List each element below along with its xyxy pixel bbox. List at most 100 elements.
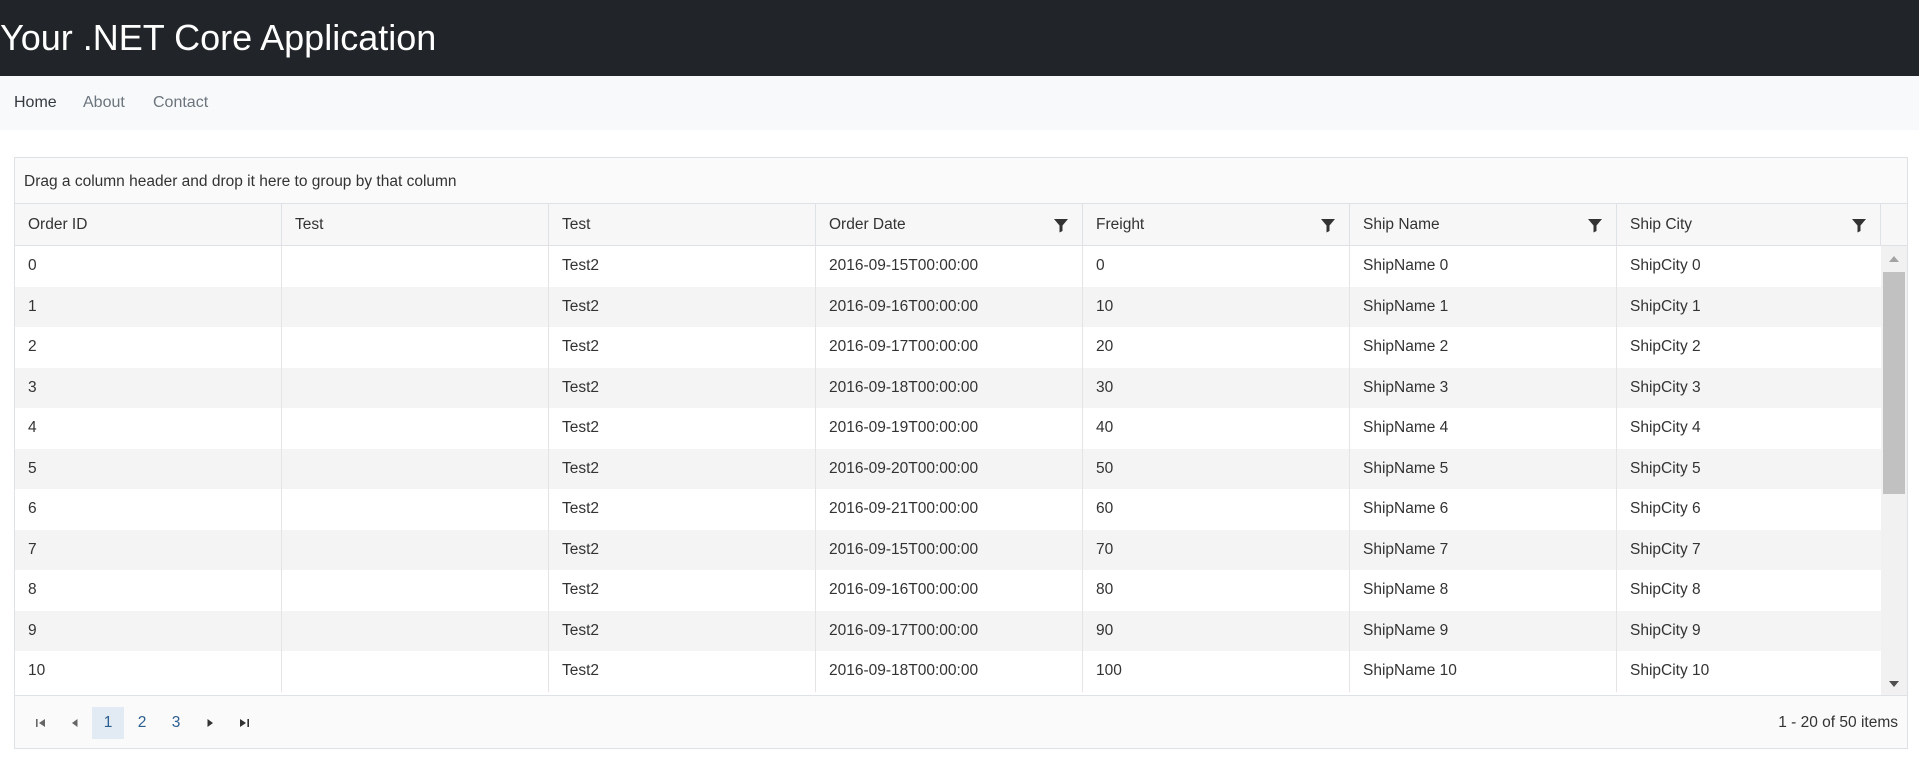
column-header-freight[interactable]: Freight — [1083, 204, 1350, 245]
cell-freight: 50 — [1083, 448, 1350, 489]
orders-grid: Drag a column header and drop it here to… — [14, 157, 1908, 749]
grid-body: 0 Test2 2016-09-15T00:00:00 0 ShipName 0… — [15, 246, 1881, 695]
table-row[interactable]: 3 Test2 2016-09-18T00:00:00 30 ShipName … — [15, 367, 1881, 409]
cell-text: ShipName 3 — [1363, 378, 1449, 396]
table-row[interactable]: 6 Test2 2016-09-21T00:00:00 60 ShipName … — [15, 489, 1881, 530]
table-row[interactable]: 2 Test2 2016-09-17T00:00:00 20 ShipName … — [15, 327, 1881, 368]
cell-ship-name: ShipName 10 — [1350, 651, 1617, 692]
page-button-2[interactable]: 2 — [126, 707, 158, 739]
cell-test-2: Test2 — [549, 367, 816, 408]
filter-icon[interactable] — [1053, 217, 1069, 233]
app-title[interactable]: Your .NET Core Application — [0, 16, 436, 60]
cell-ship-city: ShipCity 3 — [1617, 368, 1881, 409]
table-row[interactable]: 0 Test2 2016-09-15T00:00:00 0 ShipName 0… — [15, 246, 1881, 287]
cell-order-date: 2016-09-15T00:00:00 — [816, 529, 1083, 570]
cell-order-id: 3 — [15, 367, 282, 408]
cell-test-2: Test2 — [549, 246, 816, 287]
page-button-1[interactable]: 1 — [92, 707, 124, 739]
filter-icon[interactable] — [1851, 217, 1867, 233]
cell-text: ShipCity 6 — [1630, 500, 1701, 517]
scrollbar-thumb[interactable] — [1883, 272, 1905, 494]
cell-text: ShipName 5 — [1363, 459, 1449, 477]
cell-test-2: Test2 — [549, 570, 816, 611]
table-row[interactable]: 1 Test2 2016-09-16T00:00:00 10 ShipName … — [15, 286, 1881, 327]
cell-test — [282, 570, 549, 611]
cell-ship-city: ShipCity 0 — [1617, 246, 1881, 287]
cell-freight: 90 — [1083, 610, 1350, 651]
cell-text: 9 — [28, 621, 37, 639]
cell-ship-name: ShipName 5 — [1350, 448, 1617, 489]
nav-link-contact[interactable]: Contact — [153, 93, 208, 113]
column-header-ship-city[interactable]: Ship City — [1617, 204, 1881, 245]
cell-text: ShipName 4 — [1363, 419, 1449, 436]
cell-ship-city: ShipCity 7 — [1617, 530, 1881, 571]
column-header-test[interactable]: Test — [282, 204, 549, 245]
cell-ship-name: ShipName 4 — [1350, 408, 1617, 449]
cell-ship-name: ShipName 3 — [1350, 367, 1617, 408]
cell-test-2: Test2 — [549, 529, 816, 570]
cell-text: ShipCity 2 — [1630, 338, 1701, 355]
table-row[interactable]: 9 Test2 2016-09-17T00:00:00 90 ShipName … — [15, 610, 1881, 651]
cell-test-2: Test2 — [549, 651, 816, 692]
page-button-3[interactable]: 3 — [160, 707, 192, 739]
cell-text: ShipCity 1 — [1630, 297, 1701, 315]
cell-text: 2016-09-18T00:00:00 — [829, 378, 979, 396]
column-header-order-id[interactable]: Order ID — [15, 204, 282, 245]
table-row[interactable]: 5 Test2 2016-09-20T00:00:00 50 ShipName … — [15, 448, 1881, 489]
cell-text: ShipName 8 — [1363, 581, 1449, 598]
nav-link-home[interactable]: Home — [14, 93, 57, 113]
cell-ship-city: ShipCity 10 — [1617, 651, 1881, 692]
group-drop-panel[interactable]: Drag a column header and drop it here to… — [15, 158, 1907, 204]
cell-freight: 30 — [1083, 367, 1350, 408]
cell-text: ShipCity 7 — [1630, 540, 1701, 558]
cell-order-id: 8 — [15, 570, 282, 611]
cell-ship-name: ShipName 1 — [1350, 286, 1617, 327]
cell-text: 3 — [28, 378, 37, 396]
cell-text: ShipCity 3 — [1630, 378, 1701, 396]
cell-order-id: 1 — [15, 286, 282, 327]
cell-ship-city: ShipCity 4 — [1617, 408, 1881, 449]
cell-text: 20 — [1096, 338, 1114, 355]
column-header-label: Ship City — [1630, 216, 1693, 233]
filter-icon[interactable] — [1320, 217, 1336, 233]
seek-first-icon[interactable] — [25, 707, 57, 739]
nav-link-about[interactable]: About — [83, 93, 125, 113]
cell-text: Test2 — [562, 459, 600, 477]
cell-text: ShipName 1 — [1363, 297, 1449, 315]
arrow-right-icon[interactable] — [194, 707, 226, 739]
cell-test — [282, 651, 549, 692]
cell-order-date: 2016-09-21T00:00:00 — [816, 489, 1083, 530]
cell-order-date: 2016-09-16T00:00:00 — [816, 286, 1083, 327]
table-row[interactable]: 7 Test2 2016-09-15T00:00:00 70 ShipName … — [15, 529, 1881, 571]
nav-bar: Home About Contact — [0, 76, 1919, 130]
column-header-label: Test — [295, 216, 324, 233]
cell-test-2: Test2 — [549, 327, 816, 368]
seek-last-icon[interactable] — [228, 707, 260, 739]
cell-ship-name: ShipName 9 — [1350, 610, 1617, 651]
cell-ship-name: ShipName 7 — [1350, 529, 1617, 570]
cell-text: ShipName 9 — [1363, 621, 1449, 639]
arrow-left-icon[interactable] — [59, 707, 91, 739]
cell-test-2: Test2 — [549, 448, 816, 489]
cell-test — [282, 367, 549, 408]
vertical-scrollbar[interactable] — [1881, 246, 1907, 695]
scroll-down-arrow-icon[interactable] — [1888, 677, 1900, 689]
table-row[interactable]: 4 Test2 2016-09-19T00:00:00 40 ShipName … — [15, 408, 1881, 449]
cell-text: ShipCity 8 — [1630, 581, 1701, 598]
column-header-test-2[interactable]: Test — [549, 204, 816, 245]
filter-icon[interactable] — [1587, 217, 1603, 233]
scroll-up-arrow-icon[interactable] — [1888, 252, 1900, 264]
cell-text: 0 — [1096, 257, 1105, 274]
cell-freight: 10 — [1083, 286, 1350, 327]
table-row[interactable]: 8 Test2 2016-09-16T00:00:00 80 ShipName … — [15, 570, 1881, 611]
cell-text: 100 — [1096, 662, 1122, 679]
cell-ship-name: ShipName 6 — [1350, 489, 1617, 530]
table-row[interactable]: 10 Test2 2016-09-18T00:00:00 100 ShipNam… — [15, 651, 1881, 692]
column-header-order-date[interactable]: Order Date — [816, 204, 1083, 245]
cell-ship-city: ShipCity 6 — [1617, 489, 1881, 530]
cell-order-id: 2 — [15, 327, 282, 368]
cell-text: Test2 — [562, 581, 600, 598]
cell-text: Test2 — [562, 419, 600, 436]
cell-order-id: 7 — [15, 529, 282, 570]
column-header-ship-name[interactable]: Ship Name — [1350, 204, 1617, 245]
